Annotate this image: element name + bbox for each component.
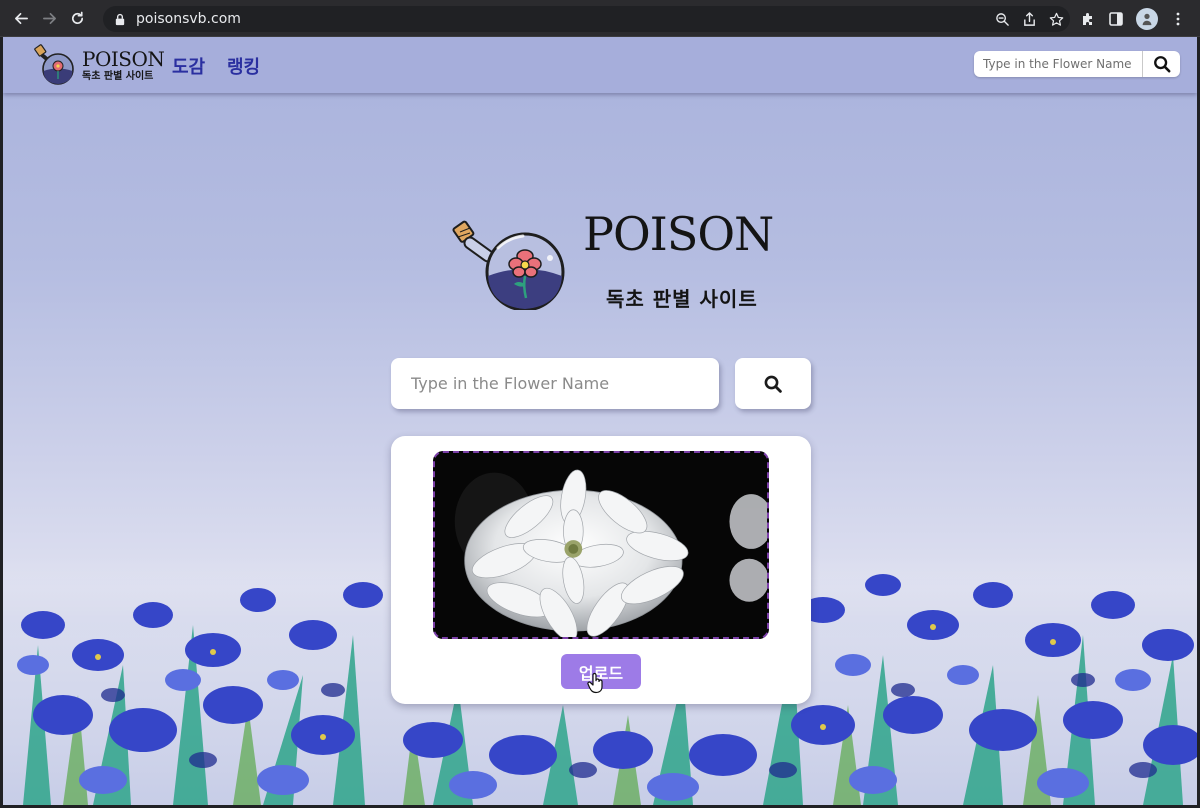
header-search-input[interactable]	[974, 51, 1142, 77]
main-search-box	[391, 358, 719, 409]
hand-cursor-icon	[587, 672, 603, 694]
arrow-right-icon	[42, 12, 56, 24]
search-icon	[764, 375, 782, 393]
side-panel-icon[interactable]	[1108, 11, 1124, 27]
address-bar[interactable]: poisonsvb.com	[103, 6, 1070, 32]
header-search	[974, 51, 1180, 77]
url-text: poisonsvb.com	[136, 11, 241, 27]
arrow-left-icon	[14, 12, 28, 24]
more-menu-icon[interactable]	[1170, 11, 1186, 27]
lock-icon	[115, 13, 125, 25]
zoom-icon[interactable]	[995, 12, 1010, 27]
poison-bottle-icon	[34, 44, 74, 85]
poison-bottle-logo	[452, 220, 565, 310]
brand-subtitle: 독초 판별 사이트	[82, 70, 154, 82]
share-icon[interactable]	[1022, 11, 1037, 27]
profile-avatar[interactable]	[1136, 7, 1158, 30]
extensions-icon[interactable]	[1080, 11, 1096, 27]
flower-photo	[435, 453, 767, 637]
hero-title: POISON	[583, 207, 774, 261]
image-preview[interactable]	[433, 451, 769, 639]
upload-card: 업로드	[391, 436, 811, 704]
avatar-icon	[1142, 13, 1152, 25]
brand-logo[interactable]: POISON 독초 판별 사이트	[28, 42, 165, 88]
hero-subtitle: 독초 판별 사이트	[606, 287, 758, 311]
reload-button[interactable]	[66, 7, 88, 29]
reload-icon	[71, 11, 83, 24]
nav-link-ranking[interactable]: 랭킹	[227, 53, 260, 79]
back-button[interactable]	[10, 7, 32, 29]
site-header: POISON 독초 판별 사이트 도감 랭킹	[3, 37, 1197, 93]
header-search-button[interactable]	[1142, 51, 1180, 77]
nav-link-encyclopedia[interactable]: 도감	[172, 53, 205, 79]
main-search-input[interactable]	[391, 358, 719, 409]
star-icon[interactable]	[1049, 12, 1064, 27]
browser-toolbar: poisonsvb.com	[0, 0, 1200, 37]
brand-title: POISON	[82, 46, 165, 71]
page-viewport: POISON 독초 판별 사이트 도감 랭킹 Type in the Flowe…	[3, 37, 1197, 805]
forward-button[interactable]	[38, 7, 60, 29]
search-icon	[1153, 56, 1170, 73]
main-search-button[interactable]	[735, 358, 811, 409]
